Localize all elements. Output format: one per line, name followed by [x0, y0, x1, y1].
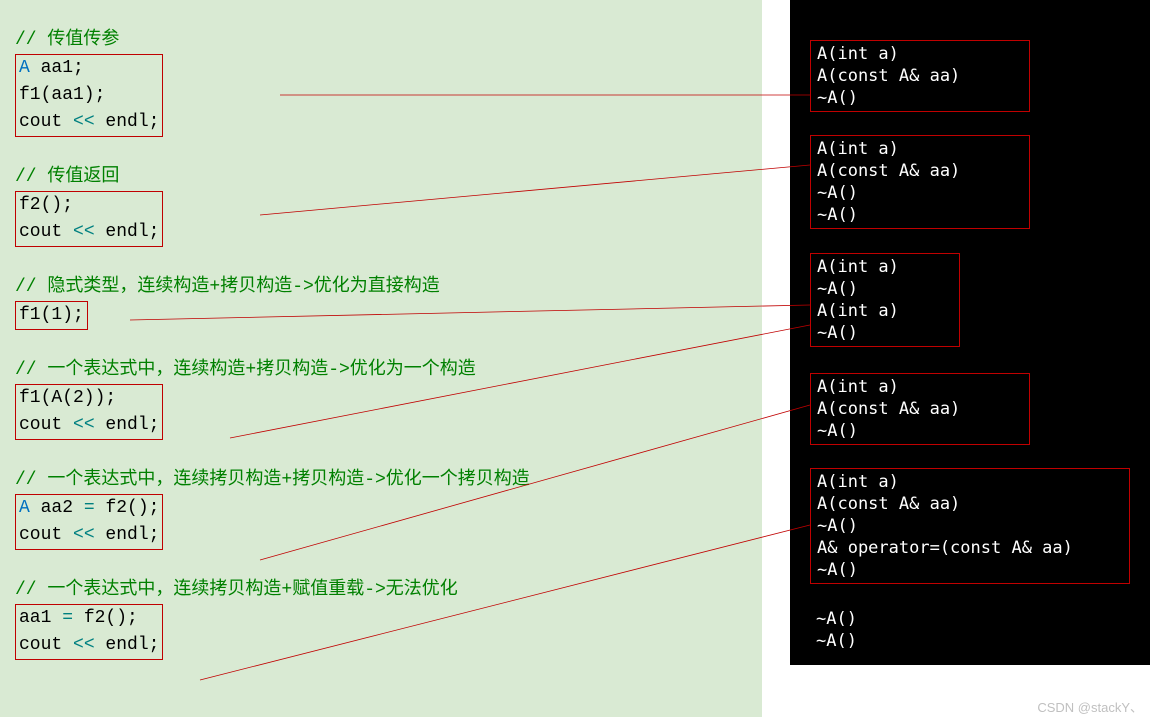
console-panel: A(int a) A(const A& aa) ~A() A(int a) A(…	[790, 0, 1150, 665]
comment: // 传值传参	[15, 30, 119, 50]
code-block-4: f1(A(2));cout << endl;	[15, 384, 163, 440]
code-block-2: f2();cout << endl;	[15, 191, 163, 247]
comment: // 一个表达式中，连续拷贝构造+赋值重载->无法优化	[15, 580, 458, 600]
console-output-6: ~A() ~A()	[816, 608, 857, 652]
console-output-2: A(int a) A(const A& aa) ~A() ~A()	[810, 135, 1030, 229]
code-block-3: f1(1);	[15, 301, 88, 330]
console-output-4: A(int a) A(const A& aa) ~A()	[810, 373, 1030, 445]
console-output-1: A(int a) A(const A& aa) ~A()	[810, 40, 1030, 112]
code-block-6: aa1 = f2();cout << endl;	[15, 604, 163, 660]
console-output-3: A(int a) ~A() A(int a) ~A()	[810, 253, 960, 347]
comment: // 一个表达式中，连续拷贝构造+拷贝构造->优化一个拷贝构造	[15, 470, 530, 490]
code-panel: // 传值传参 A aa1;f1(aa1);cout << endl; // 传值…	[0, 0, 762, 717]
code-block-5: A aa2 = f2();cout << endl;	[15, 494, 163, 550]
code-block-1: A aa1;f1(aa1);cout << endl;	[15, 54, 163, 137]
console-output-5: A(int a) A(const A& aa) ~A() A& operator…	[810, 468, 1130, 584]
comment: // 一个表达式中，连续构造+拷贝构造->优化为一个构造	[15, 360, 476, 380]
comment: // 隐式类型，连续构造+拷贝构造->优化为直接构造	[15, 277, 440, 297]
watermark: CSDN @stackY、	[1037, 698, 1143, 718]
comment: // 传值返回	[15, 167, 119, 187]
